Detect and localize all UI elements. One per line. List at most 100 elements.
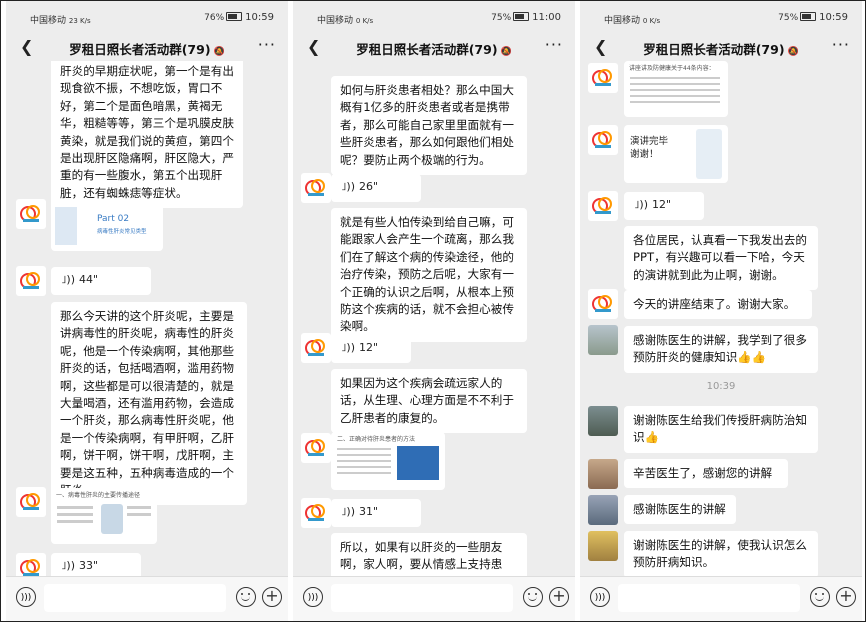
avatar[interactable] (588, 63, 618, 93)
user-avatar-photo[interactable] (588, 531, 618, 561)
avatar[interactable] (588, 289, 618, 319)
ppt-illustration (55, 207, 77, 245)
voice-input-icon[interactable]: ))) (16, 587, 36, 607)
emoji-icon[interactable] (810, 587, 830, 607)
status-bar: 中国移动 0 K/s 75% 11:00 (293, 1, 575, 35)
message-bubble[interactable]: 那么今天讲的这个肝炎呢，主要是讲病毒性的肝炎呢，病毒性的肝炎呢，他是一个传染病啊… (51, 302, 247, 506)
input-bar: ))) + (580, 576, 862, 621)
message-bubble[interactable]: 今天的讲座结束了。谢谢大家。 (624, 290, 812, 320)
battery-icon (513, 12, 530, 21)
avatar[interactable] (301, 173, 331, 203)
message-list[interactable]: 如何与肝炎患者相处？那么中国大概有1亿多的肝炎患者或者是携带者，那么可能自己家里… (293, 61, 575, 577)
voice-wave-icon: ˩)) (61, 559, 76, 572)
input-bar: ))) + (293, 576, 575, 621)
slide-text-line (630, 101, 720, 103)
message-bubble[interactable]: 就是有些人怕传染到给自己嘛，可能跟家人会产生一个疏离，那么我们在了解这个病的传染… (331, 208, 527, 342)
more-options-icon[interactable]: ··· (545, 35, 563, 54)
emoji-icon[interactable] (236, 587, 256, 607)
slide-text-line (630, 83, 720, 85)
voice-message[interactable]: ˩)) 26" (331, 174, 421, 202)
plus-icon[interactable]: + (262, 587, 282, 607)
avatar[interactable] (301, 333, 331, 363)
message-input[interactable] (331, 584, 513, 612)
ppt-image-card[interactable]: 演讲完毕 谢谢！ (624, 125, 728, 183)
voice-wave-icon: ˩)) (634, 198, 649, 211)
message-bubble[interactable]: 肝炎的早期症状呢，第一个是有出现食欲不振，不想吃饭，胃口不好，第二个是面色暗黑，… (51, 61, 243, 209)
slide-doctor-illustration (696, 129, 722, 179)
message-bubble[interactable]: 感谢陈医生的讲解 (624, 495, 736, 525)
avatar[interactable] (588, 191, 618, 221)
user-avatar-photo[interactable] (588, 459, 618, 489)
slide-text-line (57, 506, 93, 509)
avatar[interactable] (301, 433, 331, 463)
status-bar: 中国移动 23 K/s 76% 10:59 (6, 1, 288, 35)
message-input[interactable] (44, 584, 226, 612)
ppt-image-card[interactable]: 一、病毒性肝炎的主要传播途径 (51, 488, 157, 544)
slide-text-line (630, 77, 720, 79)
ppt-image-card[interactable]: Part 02 病毒性肝炎常见类型 (51, 201, 163, 251)
slide-text-line (57, 520, 93, 523)
message-bubble[interactable]: 感谢陈医生的讲解，我学到了很多预防肝炎的健康知识👍👍 (624, 326, 818, 373)
plus-icon[interactable]: + (836, 587, 856, 607)
slide-text-line (337, 448, 391, 450)
avatar[interactable] (16, 487, 46, 517)
slide-text-line (337, 466, 391, 468)
net-speed: 0 K/s (355, 17, 374, 25)
message-bubble[interactable]: 各位居民，认真看一下我发出去的PPT，有兴趣可以看一下哈，今天的演讲就到此为止啊… (624, 226, 818, 291)
battery-percent: 76% (204, 13, 225, 23)
more-options-icon[interactable]: ··· (258, 35, 276, 54)
ppt-part-subtitle: 病毒性肝炎常见类型 (97, 229, 147, 235)
ppt-image-card[interactable]: 二、正确对待肝炎患者的方法 (331, 432, 445, 490)
plus-icon[interactable]: + (549, 587, 569, 607)
ppt-image-card[interactable]: 讲座讲及防健康关于44条内容： (624, 61, 728, 117)
carrier: 中国移动 (604, 16, 641, 26)
voice-input-icon[interactable]: ))) (303, 587, 323, 607)
voice-duration: 44" (79, 273, 99, 286)
user-avatar-photo[interactable] (588, 495, 618, 525)
voice-message[interactable]: ˩)) 33" (51, 553, 141, 577)
avatar[interactable] (16, 199, 46, 229)
avatar[interactable] (16, 553, 46, 577)
voice-wave-icon: ˩)) (341, 341, 356, 354)
slide-text-line (337, 460, 391, 462)
message-bubble[interactable]: 如果因为这个疾病会疏远家人的话，从生理、心理方面是不不利于乙肝患者的康复的。 (331, 369, 527, 434)
voice-duration: 31" (359, 505, 379, 518)
chat-title: 罗租日照长者活动群(79) (643, 42, 785, 57)
battery-icon (226, 12, 243, 21)
message-list[interactable]: 肝炎的早期症状呢，第一个是有出现食欲不振，不想吃饭，胃口不好，第二个是面色暗黑，… (6, 61, 288, 577)
slide-blue-panel (397, 446, 439, 480)
message-bubble[interactable]: 谢谢陈医生的讲解，使我认识怎么预防肝病知识。 (624, 531, 818, 577)
voice-message[interactable]: ˩)) 44" (51, 267, 151, 295)
avatar[interactable] (16, 266, 46, 296)
emoji-icon[interactable] (523, 587, 543, 607)
message-input[interactable] (618, 584, 800, 612)
carrier: 中国移动 (317, 16, 354, 26)
voice-message[interactable]: ˩)) 12" (331, 335, 411, 363)
clock: 10:59 (819, 12, 848, 23)
message-bubble[interactable]: 辛苦医生了，感谢您的讲解 (624, 459, 788, 489)
voice-duration: 26" (359, 180, 379, 193)
slide-text-line (337, 454, 391, 456)
voice-wave-icon: ˩)) (341, 505, 356, 518)
more-options-icon[interactable]: ··· (832, 35, 850, 54)
user-avatar-photo[interactable] (588, 406, 618, 436)
voice-duration: 12" (652, 198, 672, 211)
voice-message[interactable]: ˩)) 31" (331, 499, 421, 527)
message-bubble[interactable]: 所以，如果有以肝炎的一些朋友啊，家人啊，要从情感上支持患者，拉近与患者的距离，多… (331, 533, 527, 577)
slide-text-line (57, 513, 93, 516)
message-bubble[interactable]: 谢谢陈医生给我们传授肝病防治知识👍 (624, 406, 818, 453)
chat-title: 罗租日照长者活动群(79) (356, 42, 498, 57)
mute-bell-icon: 🔕 (213, 47, 225, 57)
chat-panel-2: 中国移动 0 K/s 75% 11:00 ❮ 罗租日照长者活动群(79) 🔕 ···… (293, 1, 575, 621)
chat-title: 罗租日照长者活动群(79) (69, 42, 211, 57)
avatar[interactable] (301, 498, 331, 528)
voice-message[interactable]: ˩)) 12" (624, 192, 704, 220)
message-bubble[interactable]: 如何与肝炎患者相处？那么中国大概有1亿多的肝炎患者或者是携带者，那么可能自己家里… (331, 76, 527, 176)
user-avatar-photo[interactable] (588, 325, 618, 355)
ppt-slide-title: 二、正确对待肝炎患者的方法 (337, 436, 416, 443)
message-list[interactable]: 讲座讲及防健康关于44条内容： 演讲完毕 谢谢！ ˩)) 12" 各位居民，认真看… (580, 61, 862, 577)
avatar[interactable] (588, 125, 618, 155)
chat-header: ❮ 罗租日照长者活动群(79) 🔕 ··· (293, 35, 575, 61)
net-speed: 0 K/s (642, 17, 661, 25)
voice-input-icon[interactable]: ))) (590, 587, 610, 607)
